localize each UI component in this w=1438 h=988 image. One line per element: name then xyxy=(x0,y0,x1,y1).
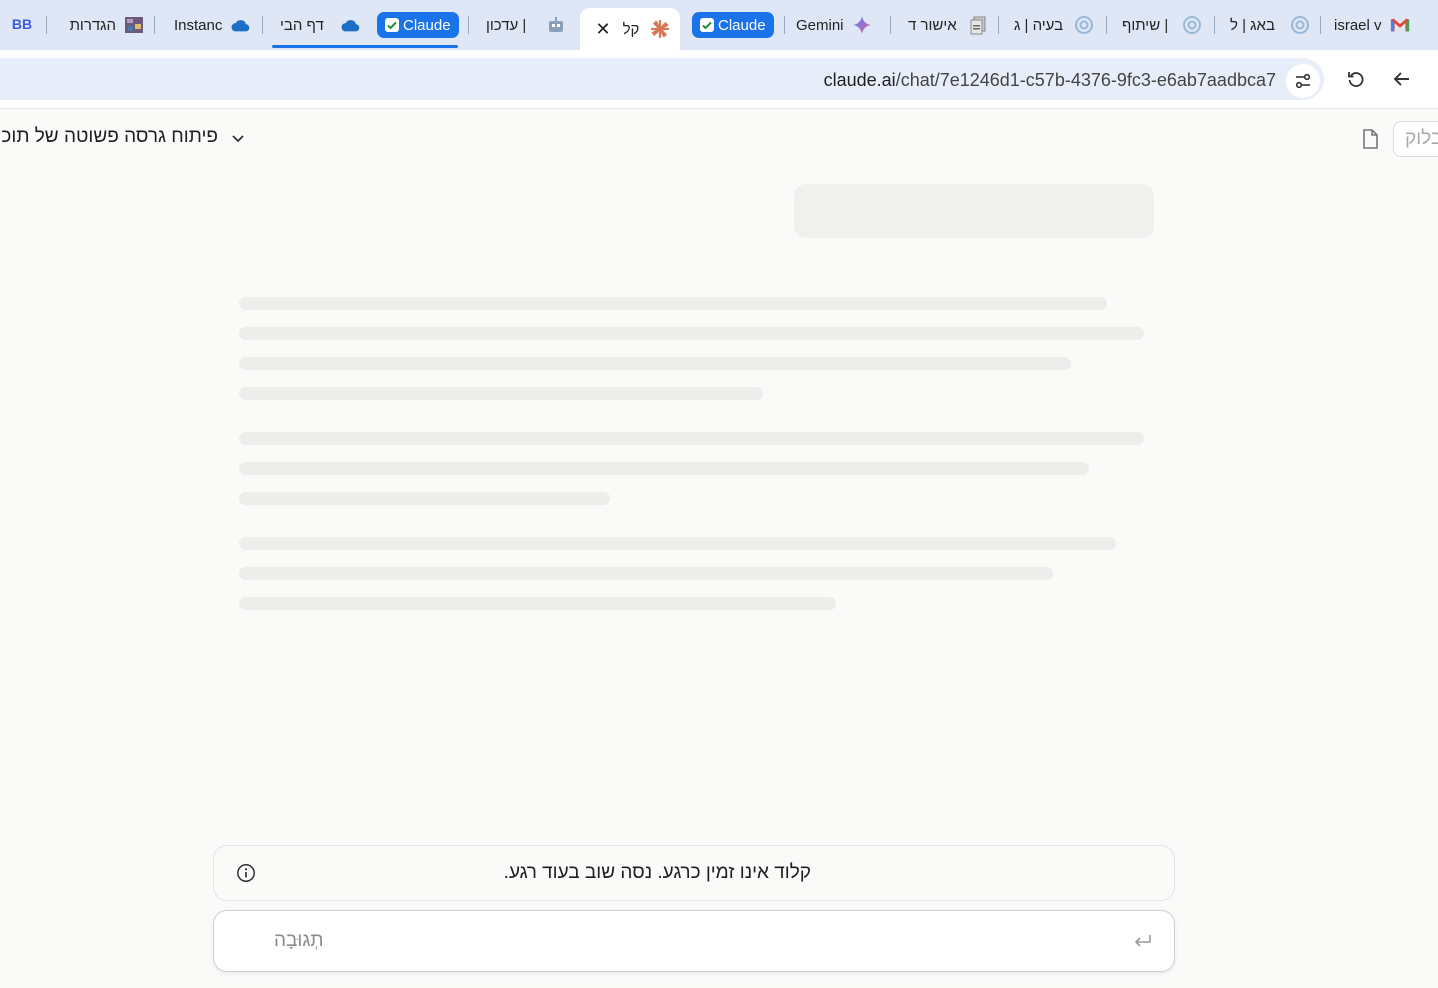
skeleton-line xyxy=(239,597,836,610)
gemini-sparkle-icon xyxy=(852,15,872,35)
tab-claude-active[interactable]: ✕ קל xyxy=(580,8,680,50)
reload-button[interactable] xyxy=(1341,64,1371,94)
share-button[interactable]: פרסום בלוק xyxy=(1393,121,1438,157)
openai-icon xyxy=(1074,15,1094,35)
tab-gemini[interactable]: Gemini xyxy=(796,8,880,42)
tab-title: עדכון | xyxy=(486,16,527,34)
skeleton-line xyxy=(239,357,1071,370)
tab-separator xyxy=(1214,16,1215,34)
claude-starburst-icon xyxy=(650,19,670,39)
cloud-icon xyxy=(230,15,250,35)
toolbar-divider xyxy=(0,108,1438,109)
tab-separator xyxy=(468,16,469,34)
tab-title: קל xyxy=(622,20,640,38)
tab-separator xyxy=(154,16,155,34)
tab-title: דף הבי xyxy=(280,16,324,34)
tab-approval[interactable]: אישור ד xyxy=(904,8,988,42)
tab-separator xyxy=(262,16,263,34)
arrow-left-icon xyxy=(1393,72,1409,86)
pixel-art-favicon-icon xyxy=(124,15,144,35)
chat-title-button[interactable]: פיתוח גרסה פשוטה של תוכנה xyxy=(0,126,218,152)
skeleton-line xyxy=(239,567,1053,580)
skeleton-line xyxy=(239,297,1107,310)
document-icon[interactable] xyxy=(1360,128,1380,150)
tab-settings[interactable]: הגדרות xyxy=(60,8,144,42)
tab-issue[interactable]: בעיה | ג xyxy=(1010,8,1094,42)
tab-instance[interactable]: Instanc xyxy=(166,8,250,42)
tab-title: israel vi xyxy=(1334,16,1382,34)
openai-icon xyxy=(1182,15,1202,35)
chat-title: פיתוח גרסה פשוטה של תוכנה xyxy=(0,126,218,147)
enter-icon[interactable] xyxy=(1132,930,1154,952)
notice-text: קלוד אינו זמין כרגע. נסה שוב בעוד רגע. xyxy=(503,862,811,883)
tab-title: בעיה | ג xyxy=(1014,16,1064,34)
reply-input[interactable] xyxy=(214,911,1174,971)
chevron-down-icon[interactable] xyxy=(228,128,248,148)
close-tab-icon[interactable]: ✕ xyxy=(594,19,612,40)
openai-icon xyxy=(1290,15,1310,35)
tab-separator xyxy=(1106,16,1107,34)
tab-title: אישור ד xyxy=(908,16,957,34)
tab-separator xyxy=(46,16,47,34)
tab-title: הגדרות xyxy=(69,16,116,34)
checkmark-icon xyxy=(385,18,399,32)
back-button[interactable] xyxy=(1387,64,1417,94)
skeleton-line xyxy=(239,327,1144,340)
skeleton-line xyxy=(239,387,763,400)
tab-bug[interactable]: באג | ל xyxy=(1226,8,1310,42)
tab-title: Instanc xyxy=(174,16,222,34)
pinned-tab-badge[interactable]: BB xyxy=(10,14,34,34)
tab-group-chip[interactable]: Claude xyxy=(377,12,459,38)
tab-separator xyxy=(998,16,999,34)
tab-group-label: Claude xyxy=(718,16,766,34)
share-button-label: פרסום בלוק xyxy=(1405,128,1438,149)
tab-group-underline xyxy=(272,45,458,48)
reply-input-box[interactable] xyxy=(213,910,1175,972)
tab-sharing[interactable]: שיתוף | xyxy=(1118,8,1202,42)
skeleton-line xyxy=(239,462,1089,475)
reload-icon xyxy=(1348,72,1364,87)
checkmark-icon xyxy=(700,18,714,32)
skeleton-line xyxy=(239,432,1144,445)
robot-favicon-icon xyxy=(546,15,566,35)
tab-update[interactable]: עדכון | xyxy=(480,8,566,42)
tab-separator xyxy=(784,16,785,34)
tab-separator xyxy=(1320,16,1321,34)
tab-title: Gemini xyxy=(796,16,844,34)
document-stack-favicon-icon xyxy=(968,15,988,35)
url-text[interactable]: claude.ai/chat/7e1246d1-c57b-4376-9fc3-e… xyxy=(824,70,1276,91)
tune-icon xyxy=(1295,73,1311,89)
tab-title: שיתוף | xyxy=(1122,16,1169,34)
tab-gmail[interactable]: israel vi xyxy=(1334,8,1418,42)
tab-group-chip[interactable]: Claude xyxy=(692,12,774,38)
url-path: /chat/7e1246d1-c57b-4376-9fc3-e6ab7aadbc… xyxy=(895,70,1276,90)
gmail-icon xyxy=(1390,15,1410,35)
tab-group-label: Claude xyxy=(403,16,451,34)
site-settings-button[interactable] xyxy=(1286,64,1320,98)
tab-separator xyxy=(890,16,891,34)
tab-title: באג | ל xyxy=(1230,16,1275,34)
user-message-skeleton xyxy=(794,184,1154,238)
skeleton-line xyxy=(239,537,1116,550)
info-icon xyxy=(237,864,255,882)
tab-home-page[interactable]: דף הבי xyxy=(274,8,360,42)
url-host: claude.ai xyxy=(823,70,896,90)
tab-strip: BB הגדרות Instanc דף הבי Claude עדכון | xyxy=(0,0,1438,50)
skeleton-line xyxy=(239,492,610,505)
cloud-icon xyxy=(340,15,360,35)
